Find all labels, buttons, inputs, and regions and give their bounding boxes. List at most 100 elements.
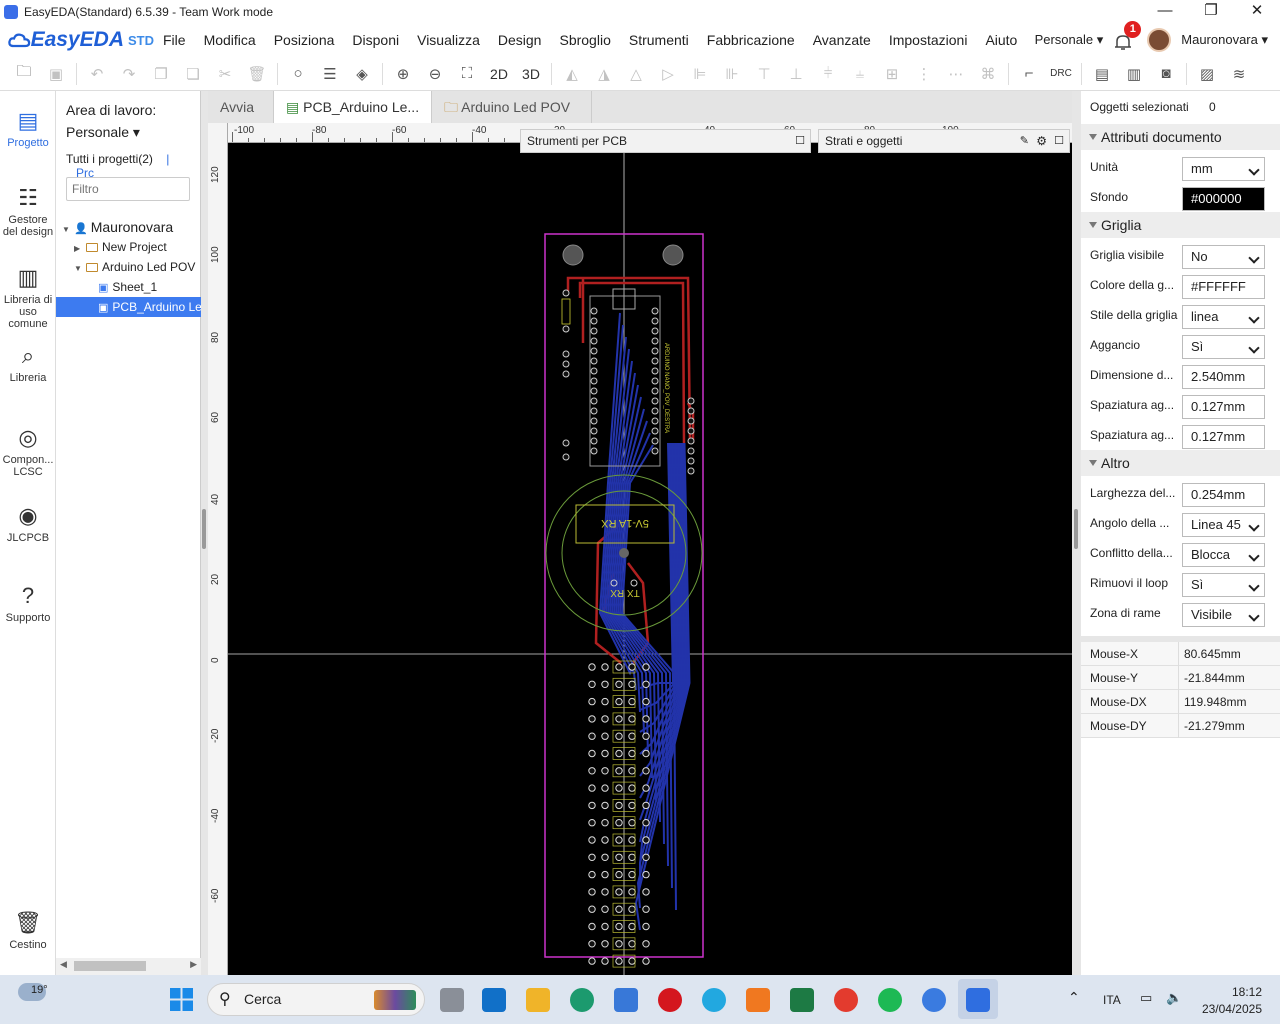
sidebar-item-4[interactable]: ◎ Compon... LCSC	[0, 426, 56, 479]
section-header[interactable]: Attributi documento	[1081, 124, 1280, 150]
flip-v-icon[interactable]: △	[620, 60, 652, 88]
property-select[interactable]: linea	[1182, 305, 1265, 329]
property-select[interactable]: mm	[1182, 157, 1265, 181]
section-header[interactable]: Altro	[1081, 450, 1280, 476]
distribute-h-icon[interactable]: ⋯	[940, 60, 972, 88]
filter-input[interactable]	[66, 177, 190, 201]
property-input[interactable]: 2.540mm	[1182, 365, 1265, 389]
tab-1[interactable]: ▤ PCB_Arduino Le...	[274, 91, 432, 123]
sidebar-item-3[interactable]: ⌕ Libreria	[0, 344, 56, 385]
all-projects-link[interactable]: Tutti i progetti(2)	[66, 152, 153, 166]
find-icon[interactable]: ☰	[314, 60, 346, 88]
maximize-icon[interactable]: ☐	[795, 130, 805, 152]
property-select[interactable]: Sì	[1182, 573, 1265, 597]
flip-h-icon[interactable]: ▷	[652, 60, 684, 88]
section-header[interactable]: Griglia	[1081, 212, 1280, 238]
fusion-icon[interactable]	[746, 988, 770, 1012]
drc-button[interactable]: DRC	[1045, 60, 1077, 88]
close-button[interactable]: ✕	[1234, 0, 1280, 23]
panel-splitter[interactable]	[201, 91, 208, 975]
tree-item[interactable]: ▶ New Project	[56, 237, 201, 257]
property-input[interactable]: 0.127mm	[1182, 395, 1265, 419]
opera-icon[interactable]	[658, 988, 682, 1012]
tree-toggle-icon[interactable]: ▶	[74, 239, 86, 259]
rotate-right-icon[interactable]: ◮	[588, 60, 620, 88]
redo-icon[interactable]: ↷	[113, 60, 145, 88]
user-menu[interactable]: Mauronovara ▾	[1181, 32, 1268, 48]
property-input[interactable]: 0.127mm	[1182, 425, 1265, 449]
sidebar-item-6[interactable]: ? Supporto	[0, 584, 56, 625]
group-icon[interactable]: ⌘	[972, 60, 1004, 88]
open-icon[interactable]: 🗀	[8, 60, 40, 88]
pcb-canvas[interactable]: 5V-1A RX TX RX ARDUINO NANO_POV_DESTRA	[228, 143, 1072, 975]
route-icon[interactable]: ⌐	[1013, 60, 1045, 88]
tree-item[interactable]: ▼ Arduino Led POV	[56, 257, 201, 277]
workspace-dropdown[interactable]: Personale ▾	[1035, 32, 1104, 48]
property-input[interactable]: 0.254mm	[1182, 483, 1265, 507]
paste-icon[interactable]: ❏	[177, 60, 209, 88]
menu-sbroglio[interactable]: Sbroglio	[550, 32, 619, 48]
sidebar-item-5[interactable]: ◉ JLCPCB	[0, 504, 56, 545]
eraser-icon[interactable]: ◈	[346, 60, 378, 88]
grid-align-icon[interactable]: ⊞	[876, 60, 908, 88]
delete-icon[interactable]: 🗑	[241, 60, 273, 88]
menu-posiziona[interactable]: Posiziona	[265, 32, 344, 48]
view-2d-button[interactable]: 2D	[483, 60, 515, 88]
property-select[interactable]: Sì	[1182, 335, 1265, 359]
outlook-icon[interactable]	[482, 988, 506, 1012]
copy-icon[interactable]: ❐	[145, 60, 177, 88]
camera-icon[interactable]: ◙	[1150, 60, 1182, 88]
tree-item[interactable]: ▣ Sheet_1	[56, 277, 201, 297]
tree-item[interactable]: ▼ 👤 Mauronovara	[56, 217, 201, 237]
task-view-icon[interactable]	[440, 988, 464, 1012]
start-button[interactable]	[170, 988, 193, 1011]
spotify-icon[interactable]	[878, 988, 902, 1012]
pcb-tools-panel[interactable]: Strumenti per PCB ☐	[520, 129, 811, 153]
gerber-icon[interactable]: ▥	[1118, 60, 1150, 88]
rotate-left-icon[interactable]: ◭	[556, 60, 588, 88]
panel-scrollbar[interactable]: ◀ ▶	[56, 958, 201, 975]
menu-disponi[interactable]: Disponi	[343, 32, 408, 48]
property-select[interactable]: Visibile	[1182, 603, 1265, 627]
minimize-button[interactable]: —	[1142, 0, 1188, 23]
clock-date[interactable]: 23/04/2025	[1198, 1002, 1262, 1016]
menu-avanzate[interactable]: Avanzate	[804, 32, 880, 48]
align-top-icon[interactable]: ⊤	[748, 60, 780, 88]
undo-icon[interactable]: ↶	[81, 60, 113, 88]
alexa-icon[interactable]	[702, 988, 726, 1012]
bom-icon[interactable]: ▤	[1086, 60, 1118, 88]
pin-icon[interactable]: ✎	[1020, 130, 1029, 152]
tab-0[interactable]: Avvia	[208, 91, 274, 123]
layers-panel[interactable]: Strati e oggetti ✎ ⚙ ☐	[818, 129, 1070, 153]
taskbar-search[interactable]: ⚲ Cerca	[207, 983, 425, 1016]
property-select[interactable]: Blocca	[1182, 543, 1265, 567]
search-icon[interactable]: ○	[282, 60, 314, 88]
maximize-icon[interactable]: ☐	[1054, 130, 1064, 152]
fit-view-icon[interactable]: ⛶	[451, 60, 483, 88]
restore-button[interactable]: ❐	[1188, 0, 1234, 23]
sidebar-item-7[interactable]: 🗑 Cestino	[0, 911, 56, 952]
menu-visualizza[interactable]: Visualizza	[408, 32, 489, 48]
sidebar-item-0[interactable]: ▤ Progetto	[0, 109, 56, 150]
easyeda-taskbar-item[interactable]	[958, 979, 998, 1019]
chrome-profile-icon[interactable]	[922, 988, 946, 1012]
workspace-select[interactable]: Personale ▾	[66, 124, 140, 141]
align-center-v-icon[interactable]: ⫩	[812, 60, 844, 88]
menu-design[interactable]: Design	[489, 32, 551, 48]
view-3d-button[interactable]: 3D	[515, 60, 547, 88]
menu-file[interactable]: File	[154, 32, 195, 48]
tab-2[interactable]: 🗀 Arduino Led POV	[432, 91, 592, 123]
distribute-v-icon[interactable]: ⋮	[908, 60, 940, 88]
right-splitter[interactable]	[1072, 91, 1081, 975]
scrollbar-thumb[interactable]	[74, 961, 146, 971]
menu-fabbricazione[interactable]: Fabbricazione	[698, 32, 804, 48]
cut-icon[interactable]: ✂	[209, 60, 241, 88]
align-bottom-icon[interactable]: ⊥	[780, 60, 812, 88]
align-center-h-icon[interactable]: ⫨	[844, 60, 876, 88]
language-indicator[interactable]: ITA	[1103, 993, 1121, 1007]
clock-time[interactable]: 18:12	[1228, 985, 1262, 999]
tray-chevron-icon[interactable]: ⌃	[1068, 989, 1080, 1006]
tree-toggle-icon[interactable]: ▼	[74, 259, 86, 279]
menu-modifica[interactable]: Modifica	[195, 32, 265, 48]
property-input[interactable]: #FFFFFF	[1182, 275, 1265, 299]
